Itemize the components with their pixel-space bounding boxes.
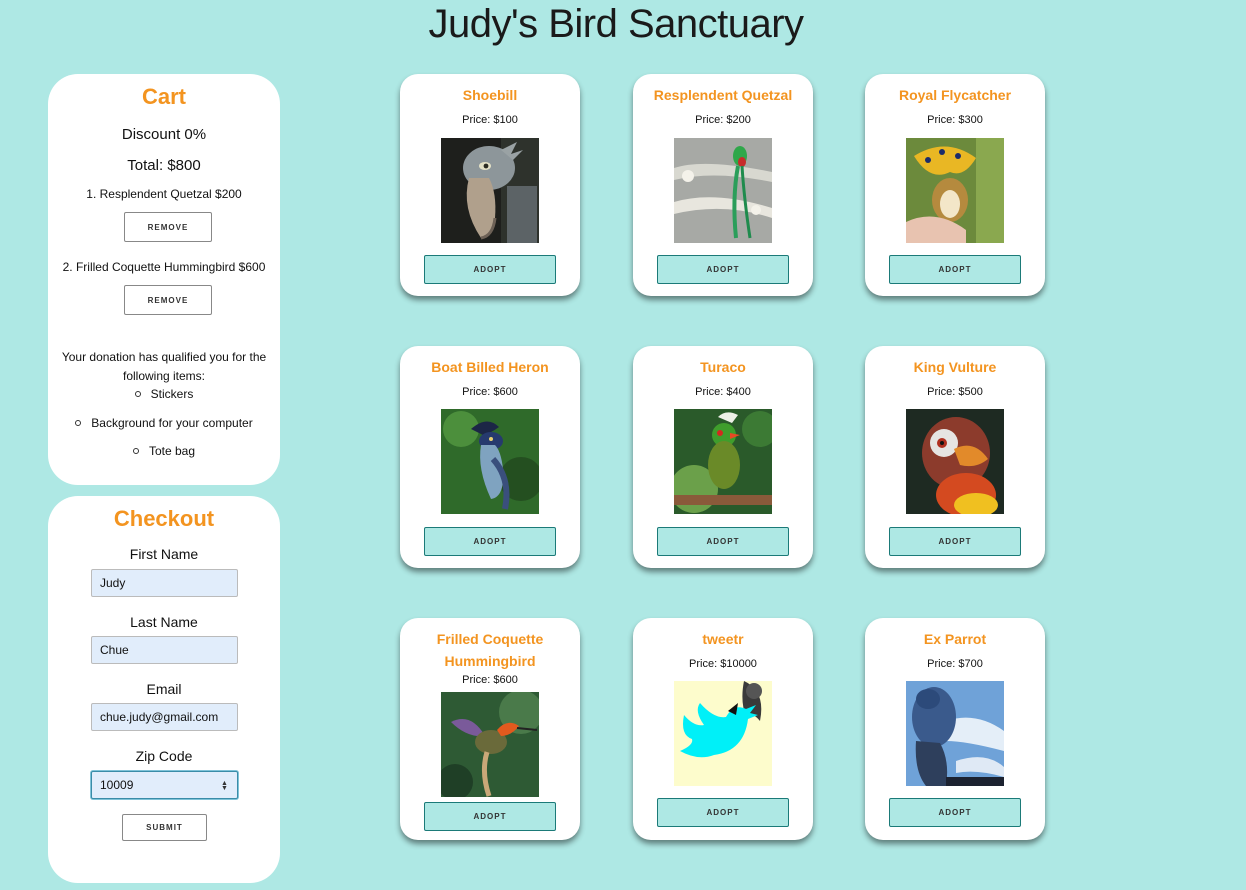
cart-item-label: 2. Frilled Coquette Hummingbird $600 bbox=[62, 260, 266, 274]
perk-label: Stickers bbox=[150, 387, 194, 401]
adopt-button[interactable]: ADOPT bbox=[424, 802, 556, 831]
checkout-heading: Checkout bbox=[113, 506, 215, 531]
bird-card: Royal Flycatcher Price: $300 ADOPT bbox=[865, 74, 1045, 296]
adopt-button[interactable]: ADOPT bbox=[424, 255, 556, 284]
bird-card: tweetr Price: $10000 ADOPT bbox=[633, 618, 813, 840]
bird-name: Shoebill bbox=[462, 87, 518, 103]
shoebill-photo bbox=[441, 138, 539, 243]
adopt-button[interactable]: ADOPT bbox=[889, 527, 1021, 556]
email-label: Email bbox=[146, 681, 182, 697]
bird-price: Price: $600 bbox=[462, 674, 518, 686]
bird-card: Boat Billed Heron Price: $600 ADOPT bbox=[400, 346, 580, 568]
perk-item: Background for your computer bbox=[48, 416, 280, 430]
flycatcher-photo bbox=[906, 138, 1004, 243]
adopt-button[interactable]: ADOPT bbox=[657, 527, 789, 556]
remove-button[interactable]: REMOVE bbox=[124, 212, 212, 242]
email-field[interactable] bbox=[91, 703, 238, 731]
checkout-panel: Checkout First Name Last Name Email Zip … bbox=[48, 496, 280, 883]
first-name-field[interactable] bbox=[91, 569, 238, 597]
bird-price: Price: $400 bbox=[695, 386, 751, 398]
bird-price: Price: $10000 bbox=[689, 658, 757, 670]
bird-price: Price: $600 bbox=[462, 386, 518, 398]
adopt-button[interactable]: ADOPT bbox=[657, 255, 789, 284]
perk-label: Tote bag bbox=[148, 444, 196, 458]
quetzal-photo bbox=[674, 138, 772, 243]
parrot-photo bbox=[906, 681, 1004, 786]
cart-heading: Cart bbox=[141, 84, 186, 109]
last-name-field[interactable] bbox=[91, 636, 238, 664]
bird-name: King Vulture bbox=[913, 359, 997, 375]
adopt-button[interactable]: ADOPT bbox=[424, 527, 556, 556]
page-title: Judy's Bird Sanctuary bbox=[428, 2, 804, 46]
perk-item: Stickers bbox=[48, 387, 280, 401]
bird-card: King Vulture Price: $500 ADOPT bbox=[865, 346, 1045, 568]
cart-panel: Cart Discount 0% Total: $800 1. Resplend… bbox=[48, 74, 280, 485]
cart-discount: Discount 0% bbox=[121, 126, 207, 143]
bird-price: Price: $500 bbox=[927, 386, 983, 398]
cart-item-label: 1. Resplendent Quetzal $200 bbox=[86, 187, 242, 201]
bird-name: Frilled Coquette Hummingbird bbox=[436, 631, 544, 669]
bird-name: Boat Billed Heron bbox=[431, 359, 549, 375]
bird-card: Frilled Coquette Hummingbird Price: $600… bbox=[400, 618, 580, 840]
bird-name: tweetr bbox=[702, 631, 744, 647]
heron-photo bbox=[441, 409, 539, 514]
turaco-photo bbox=[674, 409, 772, 514]
spinner-arrows-icon[interactable]: ▲ ▼ bbox=[221, 780, 228, 792]
remove-button[interactable]: REMOVE bbox=[124, 285, 212, 315]
zip-label: Zip Code bbox=[135, 748, 193, 764]
bullet-icon bbox=[132, 447, 139, 454]
vulture-photo bbox=[906, 409, 1004, 514]
bird-card: Shoebill Price: $100 ADOPT bbox=[400, 74, 580, 296]
bullet-icon bbox=[134, 390, 141, 397]
adopt-button[interactable]: ADOPT bbox=[889, 798, 1021, 827]
bird-card: Turaco Price: $400 ADOPT bbox=[633, 346, 813, 568]
bird-name: Turaco bbox=[700, 359, 746, 375]
bird-price: Price: $700 bbox=[927, 658, 983, 670]
bird-price: Price: $200 bbox=[695, 114, 751, 126]
last-name-label: Last Name bbox=[130, 614, 198, 630]
perk-item: Tote bag bbox=[48, 444, 280, 458]
bird-card: Resplendent Quetzal Price: $200 ADOPT bbox=[633, 74, 813, 296]
bullet-icon bbox=[75, 419, 82, 426]
bird-name: Royal Flycatcher bbox=[898, 87, 1012, 103]
bird-name: Resplendent Quetzal bbox=[653, 87, 793, 103]
submit-button[interactable]: SUBMIT bbox=[122, 814, 207, 841]
tweetr-illustration bbox=[674, 681, 772, 786]
bird-price: Price: $300 bbox=[927, 114, 983, 126]
bird-card: Ex Parrot Price: $700 ADOPT bbox=[865, 618, 1045, 840]
perks-intro: Your donation has qualified you for the … bbox=[61, 350, 267, 383]
adopt-button[interactable]: ADOPT bbox=[657, 798, 789, 827]
first-name-label: First Name bbox=[129, 546, 199, 562]
zip-code-stepper[interactable] bbox=[91, 771, 238, 799]
adopt-button[interactable]: ADOPT bbox=[889, 255, 1021, 284]
bird-price: Price: $100 bbox=[462, 114, 518, 126]
perk-label: Background for your computer bbox=[91, 416, 253, 430]
bird-name: Ex Parrot bbox=[923, 631, 987, 647]
cart-total: Total: $800 bbox=[127, 157, 201, 174]
hummingbird-photo bbox=[441, 692, 539, 797]
